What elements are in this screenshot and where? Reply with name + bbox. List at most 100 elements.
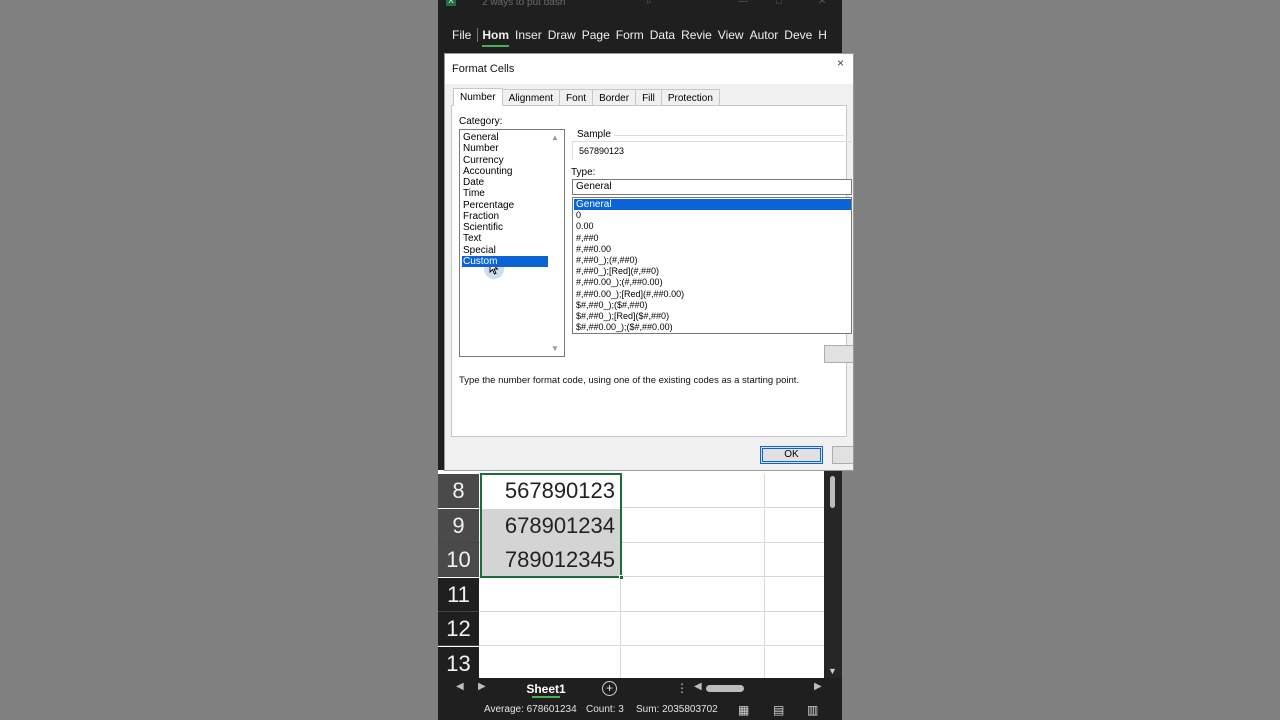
next-sheet-icon[interactable]: ▶ bbox=[478, 681, 486, 692]
category-item-general[interactable]: General bbox=[462, 132, 548, 143]
category-item-number[interactable]: Number bbox=[462, 143, 548, 154]
prev-sheet-icon[interactable]: ◀ bbox=[456, 681, 464, 692]
category-item-special[interactable]: Special bbox=[462, 245, 548, 256]
category-item-text[interactable]: Text bbox=[462, 233, 548, 244]
scroll-up-icon[interactable]: ▲ bbox=[551, 133, 559, 142]
status-sum: Sum: 2035803702 bbox=[636, 704, 718, 715]
status-count: Count: 3 bbox=[586, 704, 624, 715]
ribbon-tab-8[interactable]: View bbox=[718, 28, 744, 42]
sheet-tab-sheet1[interactable]: Sheet1 bbox=[518, 678, 574, 700]
scroll-thumb[interactable] bbox=[830, 476, 835, 508]
cell-a[interactable] bbox=[480, 647, 621, 681]
type-input[interactable]: General bbox=[572, 179, 852, 195]
type-option[interactable]: #,##0_);(#,##0) bbox=[574, 255, 851, 266]
category-scrollbar[interactable]: ▲ ▼ bbox=[548, 131, 563, 355]
cell-b[interactable] bbox=[622, 474, 765, 508]
category-item-currency[interactable]: Currency bbox=[462, 155, 548, 166]
type-option[interactable]: #,##0_);[Red](#,##0) bbox=[574, 266, 851, 277]
type-option[interactable]: $#,##0.00_);($#,##0.00) bbox=[574, 322, 851, 333]
ribbon-tab-3[interactable]: Draw bbox=[548, 28, 576, 42]
normal-view-icon[interactable]: ▦ bbox=[738, 700, 749, 720]
category-item-custom[interactable]: Custom bbox=[462, 255, 548, 267]
close-window-icon[interactable]: ✕ bbox=[818, 0, 826, 7]
ribbon-tab-11[interactable]: H bbox=[818, 28, 827, 42]
category-list[interactable]: ▲ ▼ General Number Currency Accounting Date T… bbox=[459, 129, 565, 357]
cell-a[interactable]: 678901234 bbox=[480, 508, 621, 543]
cell-a[interactable] bbox=[480, 577, 621, 612]
tab-protection[interactable]: Protection bbox=[660, 89, 720, 106]
add-sheet-icon[interactable]: + bbox=[602, 681, 617, 696]
page-break-icon[interactable]: ▥ bbox=[807, 700, 818, 720]
tab-border[interactable]: Border bbox=[592, 89, 637, 106]
type-option[interactable]: 0.00 bbox=[574, 221, 851, 232]
minimize-icon[interactable]: — bbox=[738, 0, 748, 7]
ribbon-tab-6[interactable]: Data bbox=[650, 28, 675, 42]
type-option[interactable]: #,##0.00_);(#,##0.00) bbox=[574, 277, 851, 288]
category-item-accounting[interactable]: Accounting bbox=[462, 166, 548, 177]
sheet-row: 13 bbox=[438, 647, 824, 681]
tab-font[interactable]: Font bbox=[559, 89, 594, 106]
cell-b[interactable] bbox=[622, 647, 765, 681]
category-item-scientific[interactable]: Scientific bbox=[462, 222, 548, 233]
ok-button[interactable]: OK bbox=[760, 446, 823, 464]
cell-b[interactable] bbox=[622, 612, 765, 647]
page-layout-icon[interactable]: ▤ bbox=[773, 700, 784, 720]
cell-b[interactable] bbox=[622, 577, 765, 612]
type-option[interactable]: General bbox=[574, 199, 851, 210]
row-header[interactable]: 12 bbox=[438, 612, 479, 647]
type-option[interactable]: #,##0 bbox=[574, 233, 851, 244]
type-option[interactable]: 0 bbox=[574, 210, 851, 221]
category-item-date[interactable]: Date bbox=[462, 177, 548, 188]
ribbon-tab-9[interactable]: Autor bbox=[750, 28, 779, 42]
cell-b[interactable] bbox=[622, 508, 765, 543]
cell-a[interactable]: 789012345 bbox=[480, 543, 621, 578]
category-item-time[interactable]: Time bbox=[462, 188, 548, 199]
cell-c[interactable] bbox=[766, 509, 824, 543]
close-icon[interactable]: × bbox=[837, 56, 844, 70]
cell-c[interactable] bbox=[766, 543, 824, 577]
type-option[interactable]: #,##0.00 bbox=[574, 244, 851, 255]
vertical-scrollbar[interactable]: ▼ bbox=[824, 470, 842, 678]
cell-b[interactable] bbox=[622, 543, 765, 578]
type-option[interactable]: #,##0.00_);[Red](#,##0.00) bbox=[574, 289, 851, 300]
type-option[interactable]: $#,##0_);($#,##0) bbox=[574, 300, 851, 311]
cell-c[interactable] bbox=[766, 647, 824, 681]
cell-c[interactable] bbox=[766, 578, 824, 612]
row-header[interactable]: 10 bbox=[438, 543, 479, 578]
search-icon[interactable]: ⌕ bbox=[646, 0, 652, 7]
scroll-down-icon[interactable]: ▼ bbox=[828, 666, 837, 676]
cell-a[interactable]: 567890123 bbox=[480, 474, 621, 508]
cell-c[interactable] bbox=[766, 474, 824, 508]
cell-a[interactable] bbox=[480, 612, 621, 647]
type-option[interactable]: $#,##0_);[Red]($#,##0) bbox=[574, 311, 851, 322]
category-item-percentage[interactable]: Percentage bbox=[462, 200, 548, 211]
fill-handle[interactable] bbox=[619, 575, 624, 580]
scroll-right-icon[interactable]: ▶ bbox=[814, 681, 822, 692]
scroll-left-icon[interactable]: ◀ bbox=[694, 681, 702, 692]
ribbon-tab-2[interactable]: Inser bbox=[515, 28, 542, 42]
sheet-row: 8 567890123 bbox=[438, 474, 824, 508]
row-header[interactable]: 9 bbox=[438, 508, 479, 543]
ribbon-tab-1[interactable]: Hom bbox=[482, 28, 509, 47]
tab-fill[interactable]: Fill bbox=[635, 89, 662, 106]
row-header[interactable]: 13 bbox=[438, 647, 479, 681]
cell-c[interactable] bbox=[766, 612, 824, 646]
ribbon-tab-0[interactable]: File bbox=[452, 28, 471, 42]
ribbon-tab-10[interactable]: Deve bbox=[784, 28, 812, 42]
tab-alignment[interactable]: Alignment bbox=[501, 89, 561, 106]
type-list[interactable]: General 0 0.00 #,##0 #,##0.00 #,##0_);(#,##0)… bbox=[572, 197, 852, 334]
horizontal-scroll-thumb[interactable] bbox=[706, 685, 744, 692]
row-header[interactable]: 8 bbox=[438, 474, 479, 508]
ribbon-tab-4[interactable]: Page bbox=[582, 28, 610, 42]
maximize-icon[interactable]: □ bbox=[776, 0, 782, 7]
category-item-fraction[interactable]: Fraction bbox=[462, 211, 548, 222]
ribbon-tab-5[interactable]: Form bbox=[616, 28, 644, 42]
ribbon-tab-7[interactable]: Revie bbox=[681, 28, 712, 42]
more-options-icon[interactable]: ⋮ bbox=[676, 681, 688, 695]
tab-number[interactable]: Number bbox=[453, 88, 503, 106]
delete-button[interactable] bbox=[824, 345, 853, 363]
cancel-button[interactable] bbox=[832, 446, 853, 464]
row-header[interactable]: 11 bbox=[438, 577, 479, 612]
worksheet-grid[interactable]: 8 567890123 9 678901234 10 789012345 11 12 13 ▼ bbox=[438, 470, 842, 681]
scroll-down-icon[interactable]: ▼ bbox=[551, 344, 559, 353]
